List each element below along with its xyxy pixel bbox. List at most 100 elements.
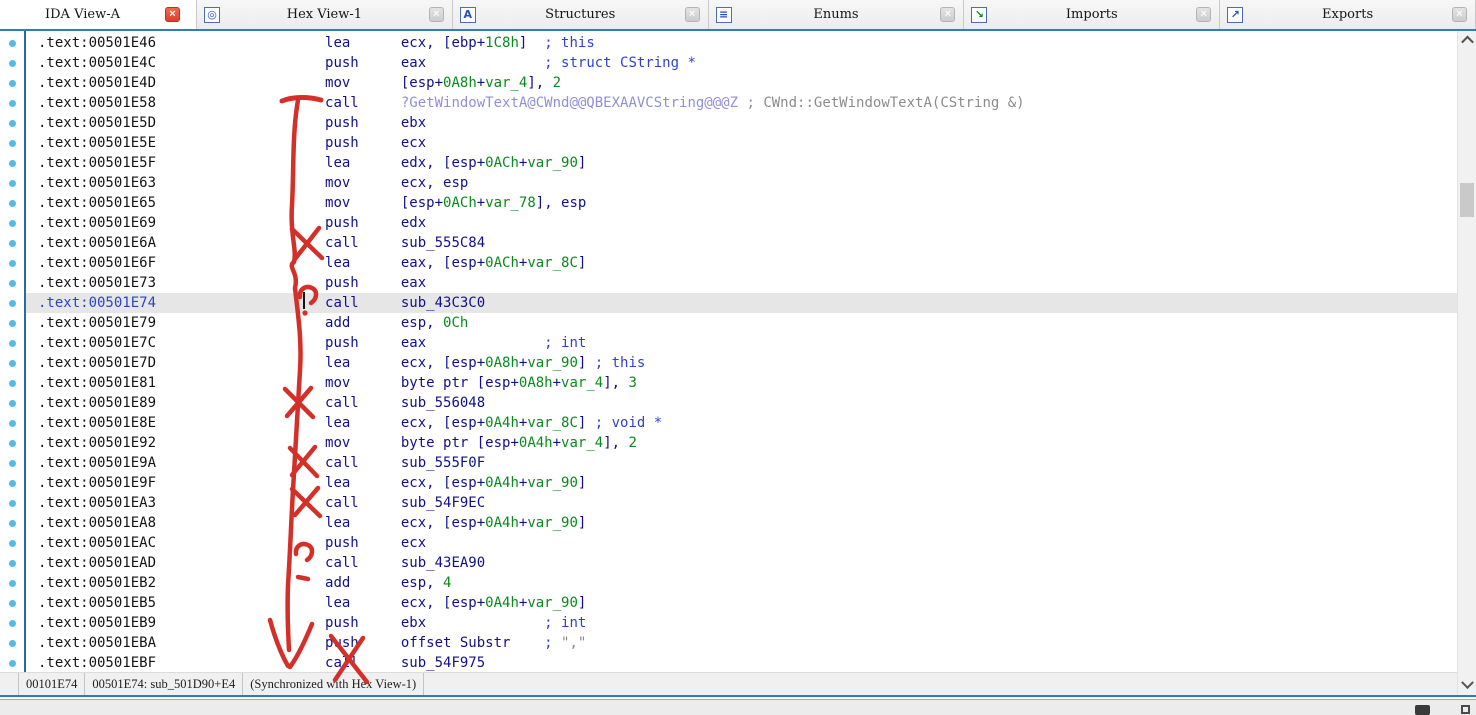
nav-dot: [9, 100, 16, 107]
scroll-down-button[interactable]: [1458, 677, 1476, 694]
asm-line[interactable]: .text:00501EACpush ecx: [38, 533, 1457, 553]
vertical-scrollbar[interactable]: [1457, 31, 1476, 695]
tab-label: Imports: [987, 7, 1196, 22]
asm-address: .text:00501E9A: [38, 455, 156, 471]
tab-imports[interactable]: ↘Imports×: [964, 0, 1220, 29]
asm-line[interactable]: .text:00501E5Flea edx, [esp+0ACh+var_90]: [38, 153, 1457, 173]
nav-dot: [9, 220, 16, 227]
nav-dot: [9, 560, 16, 567]
asm-line[interactable]: .text:00501E6Flea eax, [esp+0ACh+var_8C]: [38, 253, 1457, 273]
nav-dot: [9, 340, 16, 347]
nav-dot: [9, 460, 16, 467]
asm-line[interactable]: .text:00501E63mov ecx, esp: [38, 173, 1457, 193]
tab-structures[interactable]: AStructures×: [453, 0, 709, 29]
asm-address: .text:00501EAD: [38, 555, 156, 571]
nav-dot: [9, 580, 16, 587]
scroll-up-button[interactable]: [1458, 32, 1476, 49]
taskbar-icon[interactable]: [1415, 705, 1430, 715]
tab-bar: IDA View-A×◎Hex View-1×AStructures×≡Enum…: [0, 0, 1476, 31]
nav-dot: [9, 240, 16, 247]
asm-line[interactable]: .text:00501E6Acall sub_555C84: [38, 233, 1457, 253]
tab-exports[interactable]: ↗Exports×: [1220, 0, 1476, 29]
status-spacer: [0, 673, 19, 695]
asm-line[interactable]: .text:00501E46lea ecx, [ebp+1C8h] ; this: [38, 33, 1457, 53]
asm-line[interactable]: .text:00501EA3call sub_54F9EC: [38, 493, 1457, 513]
nav-dot: [9, 200, 16, 207]
nav-dot: [9, 40, 16, 47]
asm-address: .text:00501E7D: [38, 355, 156, 371]
nav-dot: [9, 300, 16, 307]
asm-line[interactable]: .text:00501E4Dmov [esp+0A8h+var_4], 2: [38, 73, 1457, 93]
disassembly-view: .text:00501E46lea ecx, [ebp+1C8h] ; this…: [0, 31, 1476, 697]
nav-dot: [9, 360, 16, 367]
asm-line[interactable]: .text:00501E92mov byte ptr [esp+0A4h+var…: [38, 433, 1457, 453]
asm-line[interactable]: .text:00501EB2add esp, 4: [38, 573, 1457, 593]
taskbar-icon[interactable]: [1461, 705, 1470, 714]
asm-address: .text:00501E65: [38, 195, 156, 211]
asm-address: .text:00501E63: [38, 175, 156, 191]
enums-icon: ≡: [716, 7, 732, 23]
asm-line[interactable]: .text:00501E73push eax: [38, 273, 1457, 293]
close-icon[interactable]: ×: [1452, 7, 1467, 22]
asm-address: .text:00501E73: [38, 275, 156, 291]
tab-label: Structures: [476, 7, 685, 22]
asm-line-selected[interactable]: .text:00501E74call sub_43C3C0: [26, 293, 1457, 313]
close-icon[interactable]: ×: [1196, 7, 1211, 22]
asm-line[interactable]: .text:00501E7Cpush eax ; int: [38, 333, 1457, 353]
nav-dot: [9, 400, 16, 407]
nav-dot: [9, 520, 16, 527]
asm-line[interactable]: .text:00501E65mov [esp+0ACh+var_78], esp: [38, 193, 1457, 213]
asm-line[interactable]: .text:00501EBApush offset Substr ; ",": [38, 633, 1457, 653]
tab-enums[interactable]: ≡Enums×: [709, 0, 965, 29]
nav-dot: [9, 80, 16, 87]
hex-view-icon: ◎: [204, 7, 220, 23]
asm-address: .text:00501E46: [38, 35, 156, 51]
asm-address: .text:00501EB5: [38, 595, 156, 611]
asm-line[interactable]: .text:00501E79add esp, 0Ch: [38, 313, 1457, 333]
asm-line[interactable]: .text:00501E9Acall sub_555F0F: [38, 453, 1457, 473]
asm-line[interactable]: .text:00501E5Dpush ebx: [38, 113, 1457, 133]
asm-line[interactable]: .text:00501E8Elea ecx, [esp+0A4h+var_8C]…: [38, 413, 1457, 433]
status-address: 00501E74: sub_501D90+E4: [85, 673, 243, 695]
tab-hex-view-1[interactable]: ◎Hex View-1×: [197, 0, 453, 29]
asm-address: .text:00501E6A: [38, 235, 156, 251]
asm-line[interactable]: .text:00501E81mov byte ptr [esp+0A8h+var…: [38, 373, 1457, 393]
asm-line[interactable]: .text:00501E7Dlea ecx, [esp+0A8h+var_90]…: [38, 353, 1457, 373]
asm-address: .text:00501E5D: [38, 115, 156, 131]
asm-address: .text:00501E69: [38, 215, 156, 231]
asm-line[interactable]: .text:00501E9Flea ecx, [esp+0A4h+var_90]: [38, 473, 1457, 493]
asm-line[interactable]: .text:00501EB9push ebx ; int: [38, 613, 1457, 633]
asm-address: .text:00501E5E: [38, 135, 156, 151]
nav-dot: [9, 180, 16, 187]
disassembly-body: .text:00501E46lea ecx, [ebp+1C8h] ; this…: [0, 31, 1457, 672]
nav-dot: [9, 540, 16, 547]
asm-address: .text:00501E6F: [38, 255, 156, 271]
asm-line[interactable]: .text:00501EB5lea ecx, [esp+0A4h+var_90]: [38, 593, 1457, 613]
scrollbar-thumb[interactable]: [1460, 183, 1474, 217]
disassembly-code[interactable]: .text:00501E46lea ecx, [ebp+1C8h] ; this…: [26, 31, 1457, 672]
close-icon[interactable]: ×: [165, 7, 180, 22]
tab-ida-view-a[interactable]: IDA View-A×: [0, 0, 197, 29]
nav-dot: [9, 420, 16, 427]
tab-label: Enums: [732, 7, 941, 22]
close-icon[interactable]: ×: [429, 7, 444, 22]
asm-line[interactable]: .text:00501EADcall sub_43EA90: [38, 553, 1457, 573]
asm-address: .text:00501EB9: [38, 615, 156, 631]
asm-line[interactable]: .text:00501E58call ?GetWindowTextA@CWnd@…: [38, 93, 1457, 113]
asm-address: .text:00501EB2: [38, 575, 156, 591]
asm-address: .text:00501E81: [38, 375, 156, 391]
asm-line[interactable]: .text:00501EBFcall sub_54F975: [38, 653, 1457, 672]
asm-line[interactable]: .text:00501E89call sub_556048: [38, 393, 1457, 413]
asm-line[interactable]: .text:00501E5Epush ecx: [38, 133, 1457, 153]
tab-label: IDA View-A: [0, 7, 165, 22]
exports-icon: ↗: [1227, 7, 1243, 23]
asm-address: .text:00501E5F: [38, 155, 156, 171]
asm-line[interactable]: .text:00501EA8lea ecx, [esp+0A4h+var_90]: [38, 513, 1457, 533]
asm-address: .text:00501E74: [38, 295, 156, 311]
asm-address: .text:00501E8E: [38, 415, 156, 431]
asm-line[interactable]: .text:00501E69push edx: [38, 213, 1457, 233]
asm-address: .text:00501EA8: [38, 515, 156, 531]
asm-line[interactable]: .text:00501E4Cpush eax ; struct CString …: [38, 53, 1457, 73]
close-icon[interactable]: ×: [940, 7, 955, 22]
close-icon[interactable]: ×: [685, 7, 700, 22]
